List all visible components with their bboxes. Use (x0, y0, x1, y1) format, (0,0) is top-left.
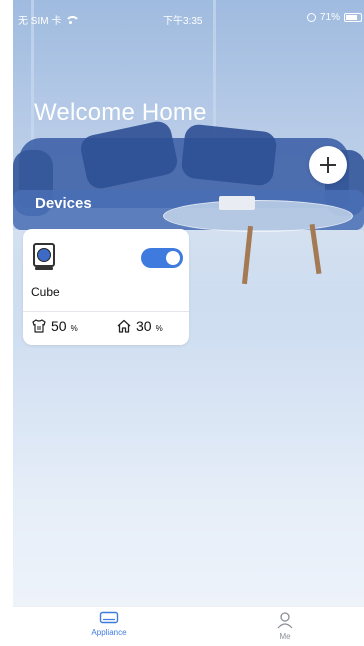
device-card[interactable]: Cube 50 % 30 % (23, 229, 189, 345)
home-screen: 无 SIM 卡 下午3:35 71% Welcome Home Devices … (13, 0, 364, 646)
shirt-icon (32, 319, 46, 333)
tab-appliance-label: Appliance (91, 628, 127, 637)
add-device-button[interactable] (309, 146, 347, 184)
wifi-icon (65, 15, 81, 24)
toggle-knob (166, 251, 180, 265)
plus-icon (320, 157, 336, 173)
card-divider (23, 311, 189, 312)
status-right: 71% (306, 12, 362, 23)
background-coffee-table (163, 200, 353, 232)
laundry-humidity-unit: % (70, 324, 78, 333)
devices-section-title: Devices (35, 195, 92, 212)
home-icon (117, 319, 131, 333)
room-humidity-unit: % (155, 324, 163, 333)
tab-appliance[interactable]: Appliance (69, 611, 149, 646)
room-humidity-value: 30 (136, 318, 152, 334)
dehumidifier-icon (33, 243, 55, 267)
background-book (219, 196, 255, 210)
room-humidity-stat: 30 % (116, 318, 163, 334)
tab-me[interactable]: Me (245, 611, 325, 646)
device-name: Cube (31, 285, 60, 299)
background-pillow (180, 123, 278, 187)
status-time: 下午3:35 (163, 16, 203, 27)
page-title: Welcome Home (34, 99, 207, 126)
power-toggle[interactable] (141, 248, 183, 268)
screen-left-margin (0, 0, 13, 646)
tab-me-label: Me (279, 632, 291, 641)
status-bar: 无 SIM 卡 下午3:35 71% (13, 0, 364, 34)
laundry-humidity-stat: 50 % (31, 318, 78, 334)
appliance-icon (99, 611, 119, 624)
dehumidifier-icon-dial (37, 248, 51, 262)
carrier-label: 无 SIM 卡 (18, 16, 62, 27)
status-left: 无 SIM 卡 (18, 12, 81, 27)
dehumidifier-icon-base (35, 267, 53, 270)
lock-rotation-icon (306, 13, 316, 22)
laundry-humidity-value: 50 (51, 318, 67, 334)
battery-icon (344, 13, 362, 22)
battery-percent: 71% (319, 12, 340, 23)
bottom-tab-bar: Appliance Me (13, 606, 364, 646)
person-icon (277, 612, 293, 629)
